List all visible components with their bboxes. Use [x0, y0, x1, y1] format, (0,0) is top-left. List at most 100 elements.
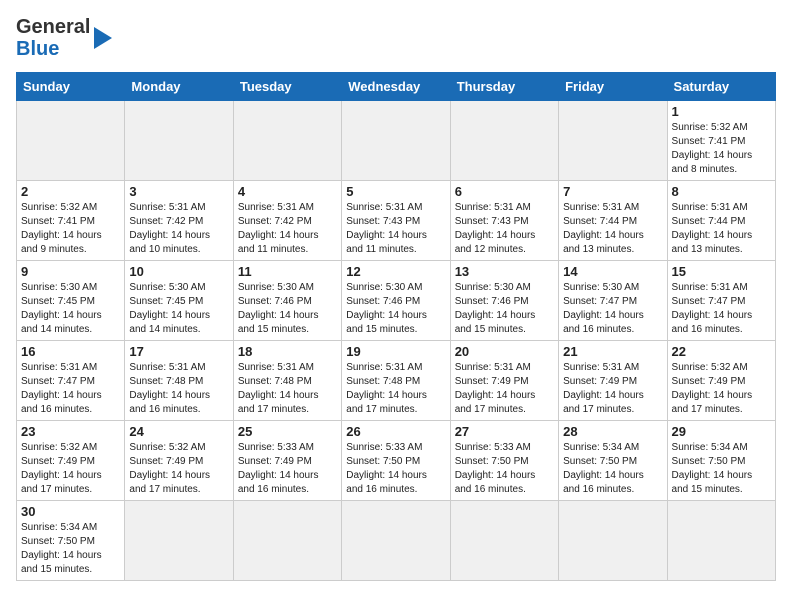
day-info: Sunrise: 5:31 AMSunset: 7:49 PMDaylight:…	[563, 361, 662, 417]
calendar-cell: 3 Sunrise: 5:31 AMSunset: 7:42 PMDaylight…	[125, 181, 233, 261]
day-info: Sunrise: 5:31 AMSunset: 7:42 PMDaylight:…	[129, 201, 228, 257]
day-number: 24	[129, 424, 228, 439]
calendar-cell: 14 Sunrise: 5:30 AMSunset: 7:47 PMDayligh…	[559, 261, 667, 341]
calendar-cell	[342, 101, 450, 181]
calendar-cell: 25 Sunrise: 5:33 AMSunset: 7:49 PMDayligh…	[233, 421, 341, 501]
day-number: 7	[563, 184, 662, 199]
calendar-cell: 11Sunrise: 5:30 AMSunset: 7:46 PMDayligh…	[233, 261, 341, 341]
day-info: Sunrise: 5:33 AMSunset: 7:49 PMDaylight:…	[238, 441, 337, 497]
day-info: Sunrise: 5:32 AMSunset: 7:49 PMDaylight:…	[21, 441, 120, 497]
day-number: 28	[563, 424, 662, 439]
day-info: Sunrise: 5:30 AMSunset: 7:46 PMDaylight:…	[346, 281, 445, 337]
day-info: Sunrise: 5:32 AMSunset: 7:41 PMDaylight:…	[21, 201, 120, 257]
calendar-cell: 2 Sunrise: 5:32 AMSunset: 7:41 PMDaylight…	[17, 181, 125, 261]
day-info: Sunrise: 5:31 AMSunset: 7:44 PMDaylight:…	[563, 201, 662, 257]
day-number: 8	[672, 184, 771, 199]
calendar-cell	[233, 501, 341, 581]
day-info: Sunrise: 5:34 AMSunset: 7:50 PMDaylight:…	[21, 521, 120, 577]
day-info: Sunrise: 5:31 AMSunset: 7:47 PMDaylight:…	[672, 281, 771, 337]
calendar-cell: 5Sunrise: 5:31 AMSunset: 7:43 PMDaylight…	[342, 181, 450, 261]
calendar-cell	[559, 101, 667, 181]
day-number: 25	[238, 424, 337, 439]
col-header-friday: Friday	[559, 73, 667, 101]
day-number: 14	[563, 264, 662, 279]
calendar-cell: 6Sunrise: 5:31 AMSunset: 7:43 PMDaylight…	[450, 181, 558, 261]
calendar-cell: 1 Sunrise: 5:32 AMSunset: 7:41 PMDaylight…	[667, 101, 775, 181]
day-number: 21	[563, 344, 662, 359]
calendar-cell: 15 Sunrise: 5:31 AMSunset: 7:47 PMDayligh…	[667, 261, 775, 341]
day-number: 3	[129, 184, 228, 199]
day-info: Sunrise: 5:32 AMSunset: 7:49 PMDaylight:…	[672, 361, 771, 417]
day-number: 10	[129, 264, 228, 279]
day-info: Sunrise: 5:30 AMSunset: 7:45 PMDaylight:…	[21, 281, 120, 337]
calendar-cell	[450, 101, 558, 181]
day-info: Sunrise: 5:31 AMSunset: 7:48 PMDaylight:…	[238, 361, 337, 417]
calendar-cell: 29 Sunrise: 5:34 AMSunset: 7:50 PMDayligh…	[667, 421, 775, 501]
day-info: Sunrise: 5:30 AMSunset: 7:47 PMDaylight:…	[563, 281, 662, 337]
day-number: 18	[238, 344, 337, 359]
calendar-cell: 20Sunrise: 5:31 AMSunset: 7:49 PMDayligh…	[450, 341, 558, 421]
page-header: General Blue	[16, 16, 776, 60]
logo-blue: Blue	[16, 38, 90, 60]
calendar-cell: 27Sunrise: 5:33 AMSunset: 7:50 PMDayligh…	[450, 421, 558, 501]
day-number: 4	[238, 184, 337, 199]
day-number: 29	[672, 424, 771, 439]
day-info: Sunrise: 5:30 AMSunset: 7:46 PMDaylight:…	[455, 281, 554, 337]
calendar-cell	[233, 101, 341, 181]
day-info: Sunrise: 5:32 AMSunset: 7:49 PMDaylight:…	[129, 441, 228, 497]
calendar-cell: 19Sunrise: 5:31 AMSunset: 7:48 PMDayligh…	[342, 341, 450, 421]
day-number: 1	[672, 104, 771, 119]
calendar-cell	[450, 501, 558, 581]
calendar-cell: 22 Sunrise: 5:32 AMSunset: 7:49 PMDayligh…	[667, 341, 775, 421]
calendar-cell	[17, 101, 125, 181]
day-info: Sunrise: 5:34 AMSunset: 7:50 PMDaylight:…	[672, 441, 771, 497]
calendar-cell: 30Sunrise: 5:34 AMSunset: 7:50 PMDayligh…	[17, 501, 125, 581]
day-number: 13	[455, 264, 554, 279]
col-header-tuesday: Tuesday	[233, 73, 341, 101]
col-header-thursday: Thursday	[450, 73, 558, 101]
day-info: Sunrise: 5:34 AMSunset: 7:50 PMDaylight:…	[563, 441, 662, 497]
calendar-cell: 16Sunrise: 5:31 AMSunset: 7:47 PMDayligh…	[17, 341, 125, 421]
logo: General Blue	[16, 16, 116, 60]
logo-wrapper: General Blue	[16, 16, 116, 60]
calendar-cell: 18 Sunrise: 5:31 AMSunset: 7:48 PMDayligh…	[233, 341, 341, 421]
calendar-week-row: 16Sunrise: 5:31 AMSunset: 7:47 PMDayligh…	[17, 341, 776, 421]
day-number: 6	[455, 184, 554, 199]
calendar-week-row: 1 Sunrise: 5:32 AMSunset: 7:41 PMDaylight…	[17, 101, 776, 181]
calendar-cell: 9Sunrise: 5:30 AMSunset: 7:45 PMDaylight…	[17, 261, 125, 341]
calendar-cell: 28 Sunrise: 5:34 AMSunset: 7:50 PMDayligh…	[559, 421, 667, 501]
calendar-cell: 4 Sunrise: 5:31 AMSunset: 7:42 PMDaylight…	[233, 181, 341, 261]
calendar-cell	[125, 501, 233, 581]
calendar-cell: 8 Sunrise: 5:31 AMSunset: 7:44 PMDaylight…	[667, 181, 775, 261]
day-info: Sunrise: 5:31 AMSunset: 7:48 PMDaylight:…	[129, 361, 228, 417]
calendar-cell: 7 Sunrise: 5:31 AMSunset: 7:44 PMDaylight…	[559, 181, 667, 261]
col-header-saturday: Saturday	[667, 73, 775, 101]
day-number: 15	[672, 264, 771, 279]
day-info: Sunrise: 5:30 AMSunset: 7:45 PMDaylight:…	[129, 281, 228, 337]
calendar-header-row: SundayMondayTuesdayWednesdayThursdayFrid…	[17, 73, 776, 101]
day-number: 26	[346, 424, 445, 439]
calendar-cell: 12 Sunrise: 5:30 AMSunset: 7:46 PMDayligh…	[342, 261, 450, 341]
calendar-cell	[342, 501, 450, 581]
day-number: 23	[21, 424, 120, 439]
day-info: Sunrise: 5:31 AMSunset: 7:49 PMDaylight:…	[455, 361, 554, 417]
day-info: Sunrise: 5:31 AMSunset: 7:44 PMDaylight:…	[672, 201, 771, 257]
day-info: Sunrise: 5:31 AMSunset: 7:42 PMDaylight:…	[238, 201, 337, 257]
calendar-cell: 24 Sunrise: 5:32 AMSunset: 7:49 PMDayligh…	[125, 421, 233, 501]
day-info: Sunrise: 5:33 AMSunset: 7:50 PMDaylight:…	[346, 441, 445, 497]
day-number: 22	[672, 344, 771, 359]
day-number: 16	[21, 344, 120, 359]
calendar-cell: 21 Sunrise: 5:31 AMSunset: 7:49 PMDayligh…	[559, 341, 667, 421]
day-info: Sunrise: 5:31 AMSunset: 7:48 PMDaylight:…	[346, 361, 445, 417]
col-header-monday: Monday	[125, 73, 233, 101]
day-number: 12	[346, 264, 445, 279]
calendar-cell: 10 Sunrise: 5:30 AMSunset: 7:45 PMDayligh…	[125, 261, 233, 341]
calendar-cell: 13 Sunrise: 5:30 AMSunset: 7:46 PMDayligh…	[450, 261, 558, 341]
calendar-cell	[559, 501, 667, 581]
calendar-cell	[125, 101, 233, 181]
col-header-sunday: Sunday	[17, 73, 125, 101]
day-info: Sunrise: 5:32 AMSunset: 7:41 PMDaylight:…	[672, 121, 771, 177]
calendar-week-row: 9Sunrise: 5:30 AMSunset: 7:45 PMDaylight…	[17, 261, 776, 341]
day-number: 2	[21, 184, 120, 199]
col-header-wednesday: Wednesday	[342, 73, 450, 101]
